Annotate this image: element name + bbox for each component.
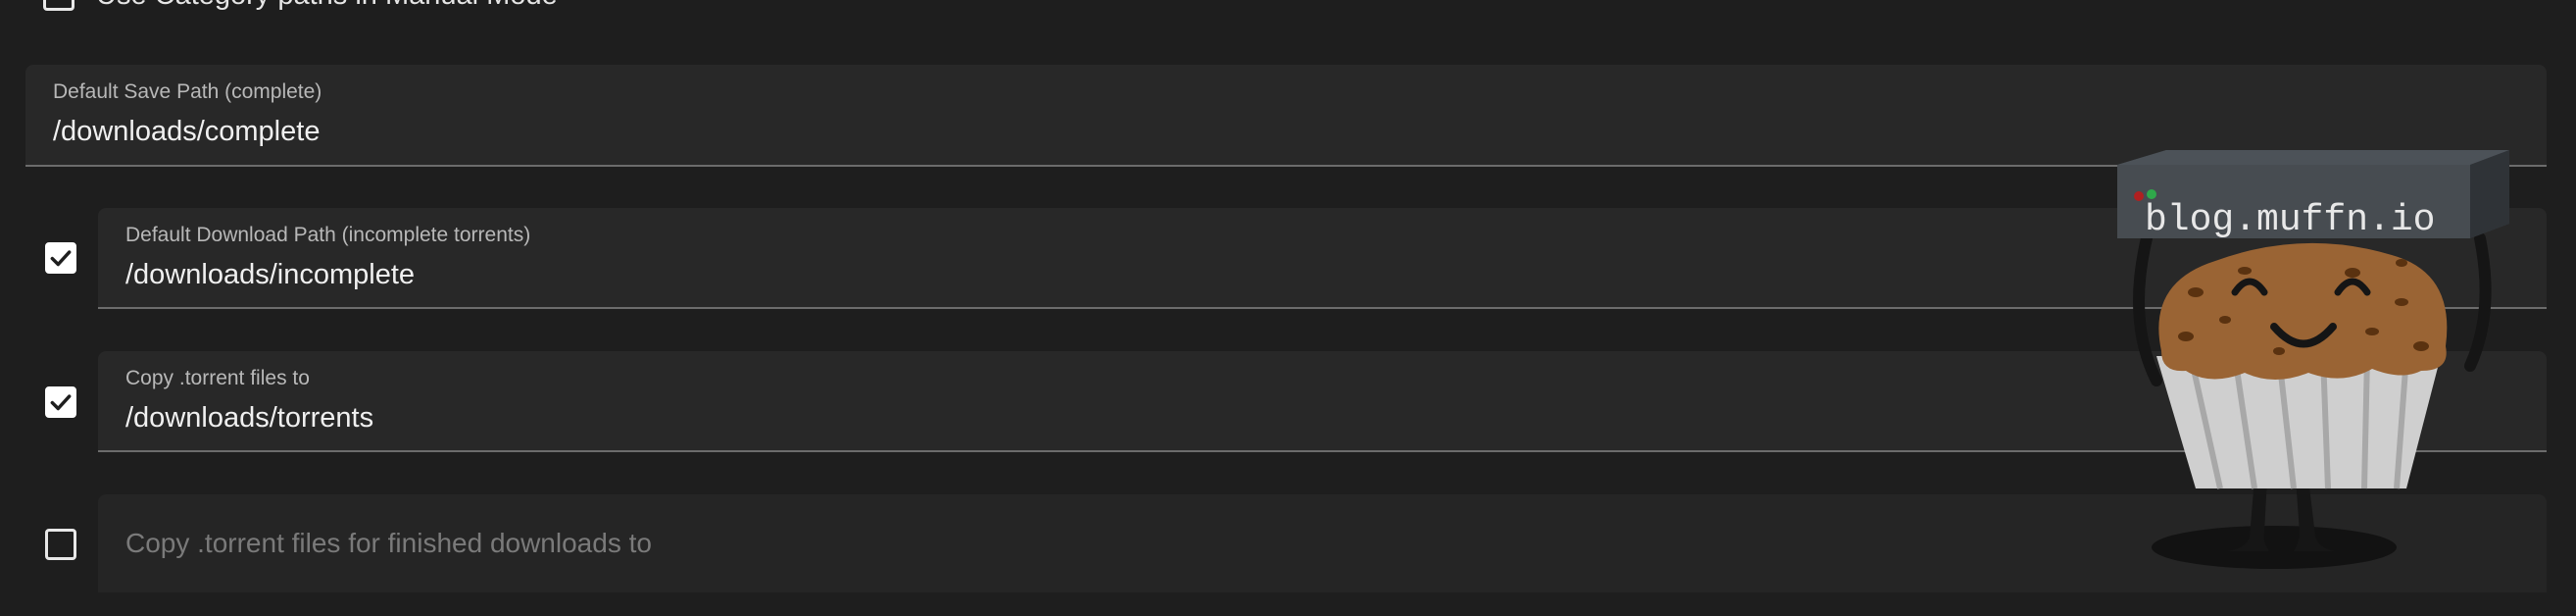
watermark-text: blog.muffn.io [2145,199,2435,241]
copy-torrent-label: Copy .torrent files to [125,367,310,389]
checkmark-icon [50,394,72,411]
category-paths-checkbox[interactable] [43,0,74,11]
download-path-label: Default Download Path (incomplete torren… [125,224,531,246]
muffin-mascot-icon: blog.muffn.io [2117,150,2509,569]
download-path-checkbox[interactable] [45,242,76,274]
category-paths-label: Use Category paths in Manual Mode [96,0,558,12]
settings-page: Use Category paths in Manual Mode Defaul… [0,0,2576,616]
category-paths-option[interactable]: Use Category paths in Manual Mode [43,0,558,12]
checkmark-icon [50,250,72,267]
download-path-input[interactable]: /downloads/incomplete [125,259,415,291]
default-save-path-label: Default Save Path (complete) [53,80,322,103]
default-save-path-input[interactable]: /downloads/complete [53,116,320,148]
copy-finished-placeholder: Copy .torrent files for finished downloa… [125,528,652,558]
copy-torrent-input[interactable]: /downloads/torrents [125,402,373,435]
copy-torrent-checkbox[interactable] [45,386,76,418]
copy-finished-checkbox[interactable] [45,529,76,560]
